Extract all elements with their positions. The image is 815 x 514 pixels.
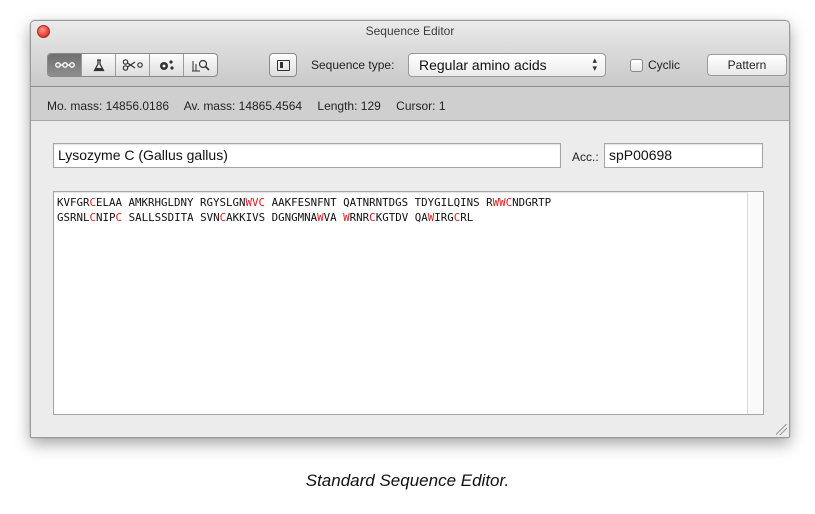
- residue-run: AAKFESNFNT QATNRNTDGS TDYGILQINS R: [265, 196, 493, 209]
- residue-run: GSRNL: [57, 211, 90, 224]
- sequence-type-select[interactable]: Regular amino acids ▴ ▾: [408, 53, 606, 77]
- sequence-type-label: Sequence type:: [311, 58, 395, 72]
- modifications-button[interactable]: [150, 54, 184, 76]
- length-readout: Length: 129: [317, 99, 381, 113]
- residue-run: ELAA AMKRHGLDNY RGYSLGN: [96, 196, 246, 209]
- figure-caption: Standard Sequence Editor.: [305, 471, 510, 490]
- panel-icon: [276, 59, 290, 71]
- view-mode-segmented-control: [47, 53, 218, 77]
- sequence-line: KVFGRCELAA AMKRHGLDNY RGYSLGNWVC AAKFESN…: [57, 195, 743, 210]
- residue-run: VA: [323, 211, 344, 224]
- sequence-view-button[interactable]: [48, 54, 82, 76]
- residue-run: AKKIVS DGNGMNA: [226, 211, 318, 224]
- sequence-name-field[interactable]: Lysozyme C (Gallus gallus): [53, 143, 561, 168]
- cyclic-checkbox-group[interactable]: Cyclic: [630, 58, 680, 72]
- residue-run: RL: [460, 211, 474, 224]
- mono-mass-readout: Mo. mass: 14856.0186: [47, 99, 170, 113]
- status-bar: Mo. mass: 14856.0186 Av. mass: 14865.456…: [31, 87, 789, 121]
- toggle-panel-button[interactable]: [269, 53, 297, 77]
- editor-content: Lysozyme C (Gallus gallus) Acc.: spP0069…: [31, 121, 789, 437]
- residue-run: KVFGR: [57, 196, 90, 209]
- residue-run: RNR: [349, 211, 370, 224]
- residue-run: NIP: [96, 211, 116, 224]
- cursor-readout: Cursor: 1: [396, 99, 446, 113]
- sequence-view-icon: [54, 62, 75, 68]
- sequence-editor-window: Sequence Editor Sequence type: Regular a…: [30, 20, 790, 438]
- title-bar: Sequence Editor Sequence type: Regular a…: [31, 21, 789, 87]
- sequence-type-value: Regular amino acids: [419, 57, 547, 73]
- sequence-text-area[interactable]: KVFGRCELAA AMKRHGLDNY RGYSLGNWVC AAKFESN…: [53, 191, 764, 415]
- flask-icon: [92, 58, 105, 71]
- select-arrows-icon: ▴ ▾: [592, 55, 597, 73]
- window-title: Sequence Editor: [365, 24, 455, 38]
- cyclic-checkbox[interactable]: [630, 58, 643, 72]
- accession-field[interactable]: spP00698: [604, 143, 763, 168]
- residue-run: IRG: [434, 211, 454, 224]
- highlighted-residue: WVC: [245, 196, 266, 209]
- resize-grip-icon[interactable]: [776, 424, 787, 435]
- residue-run: SALLSSDITA SVN: [122, 211, 220, 224]
- sequence-line: GSRNLCNIPC SALLSSDITA SVNCAKKIVS DGNGMNA…: [57, 210, 743, 225]
- pattern-button[interactable]: Pattern: [707, 54, 787, 76]
- cyclic-label: Cyclic: [648, 58, 680, 72]
- search-button[interactable]: [184, 54, 217, 76]
- vertical-scrollbar[interactable]: [747, 192, 763, 414]
- cleave-button[interactable]: [116, 54, 150, 76]
- digest-button[interactable]: [82, 54, 116, 76]
- accession-label: Acc.:: [572, 150, 599, 164]
- toolbar: Sequence type: Regular amino acids ▴ ▾ Cy…: [47, 51, 787, 77]
- residue-run: KGTDV QA: [375, 211, 428, 224]
- highlighted-residue: WWC: [492, 196, 513, 209]
- molecule-icon: [159, 60, 174, 70]
- avg-mass-readout: Av. mass: 14865.4564: [183, 99, 303, 113]
- scissors-icon: [122, 59, 143, 71]
- search-magnifier-icon: [191, 59, 210, 72]
- sequence-text: KVFGRCELAA AMKRHGLDNY RGYSLGNWVC AAKFESN…: [57, 195, 743, 225]
- residue-run: NDGRTP: [512, 196, 552, 209]
